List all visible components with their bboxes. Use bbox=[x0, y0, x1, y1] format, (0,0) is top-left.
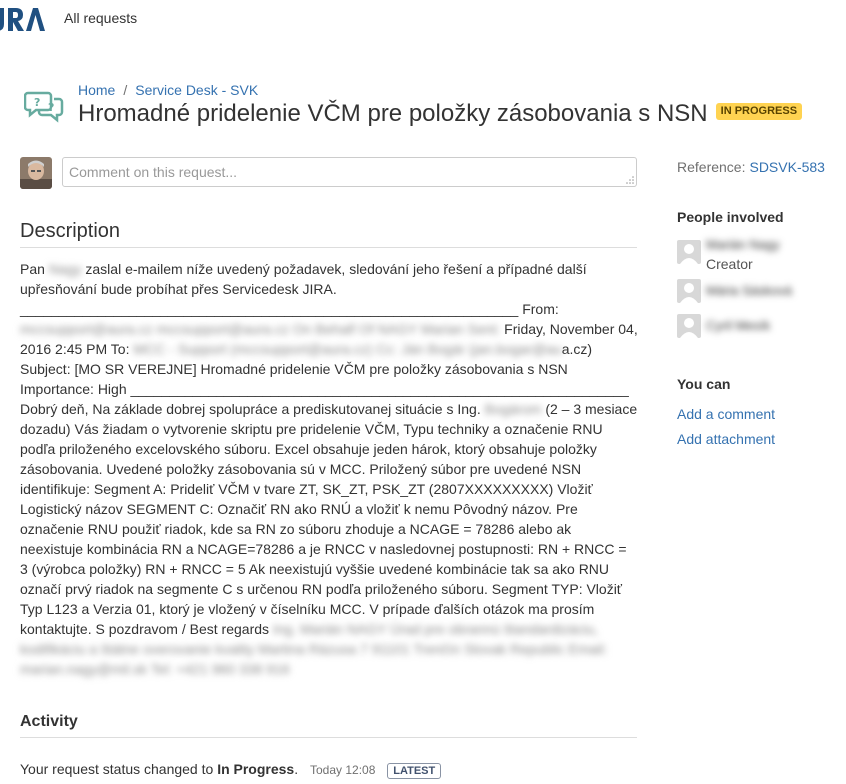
people-involved-heading: People involved bbox=[677, 209, 784, 225]
person-avatar bbox=[677, 314, 701, 338]
person-avatar bbox=[677, 240, 701, 264]
reference: Reference: SDSVK-583 bbox=[677, 159, 825, 175]
svg-text:?: ? bbox=[48, 101, 54, 114]
activity-heading: Activity bbox=[20, 713, 78, 730]
person-role: Creator bbox=[706, 256, 753, 272]
person-name: Mária Sásková bbox=[706, 283, 792, 298]
add-comment-link[interactable]: Add a comment bbox=[677, 406, 775, 422]
svg-text:?: ? bbox=[34, 96, 40, 109]
jira-logo[interactable] bbox=[0, 4, 46, 34]
redacted-name: Nagy bbox=[48, 261, 82, 277]
breadcrumb: Home / Service Desk - SVK bbox=[78, 82, 258, 98]
divider bbox=[20, 247, 637, 248]
activity-item: Your request status changed to In Progre… bbox=[20, 761, 442, 779]
redacted-to: MCC - Support (mccsupport@aura.cz) Cc: J… bbox=[133, 341, 562, 357]
person-avatar bbox=[677, 279, 701, 303]
reference-link[interactable]: SDSVK-583 bbox=[749, 159, 824, 175]
activity-time: Today 12:08 bbox=[310, 763, 376, 777]
status-badge: IN PROGRESS bbox=[715, 103, 803, 121]
you-can-heading: You can bbox=[677, 376, 731, 392]
description-body: Pan Nagy zaslal e-mailem níže uvedený po… bbox=[20, 259, 638, 679]
description-heading: Description bbox=[20, 220, 121, 242]
description-email: ________________________________________… bbox=[20, 301, 638, 677]
email-importance: Importance: High bbox=[20, 381, 127, 397]
comment-input[interactable]: Comment on this request... bbox=[62, 157, 637, 187]
redacted-from: mccsupport@aura.cz mccsupport@aura.cz On… bbox=[20, 321, 501, 337]
divider bbox=[20, 737, 637, 738]
description-intro: Pan Nagy zaslal e-mailem níže uvedený po… bbox=[20, 261, 587, 297]
redacted-name: Bogárom bbox=[484, 401, 542, 417]
reference-label: Reference: bbox=[677, 159, 746, 175]
comment-placeholder: Comment on this request... bbox=[69, 164, 238, 180]
person-name: Marián Nagy bbox=[706, 237, 780, 252]
add-attachment-link[interactable]: Add attachment bbox=[677, 431, 775, 447]
avatar bbox=[20, 157, 52, 189]
breadcrumb-service-desk[interactable]: Service Desk - SVK bbox=[135, 82, 258, 98]
person-name: Cyril Mesík bbox=[706, 318, 771, 333]
activity-status: In Progress bbox=[217, 761, 295, 777]
speech-bubbles-icon: ? ? bbox=[23, 90, 64, 124]
latest-badge: LATEST bbox=[387, 763, 442, 779]
email-subject: Subject: [MO SR VEREJNE] Hromadné pridel… bbox=[20, 361, 568, 377]
all-requests-link[interactable]: All requests bbox=[64, 10, 137, 26]
request-title: Hromadné pridelenie VČM pre položky záso… bbox=[78, 100, 708, 127]
page-title: Hromadné pridelenie VČM pre položky záso… bbox=[78, 100, 803, 128]
breadcrumb-separator: / bbox=[123, 82, 128, 98]
breadcrumb-home[interactable]: Home bbox=[78, 82, 115, 98]
resize-grip-icon[interactable] bbox=[626, 176, 634, 184]
